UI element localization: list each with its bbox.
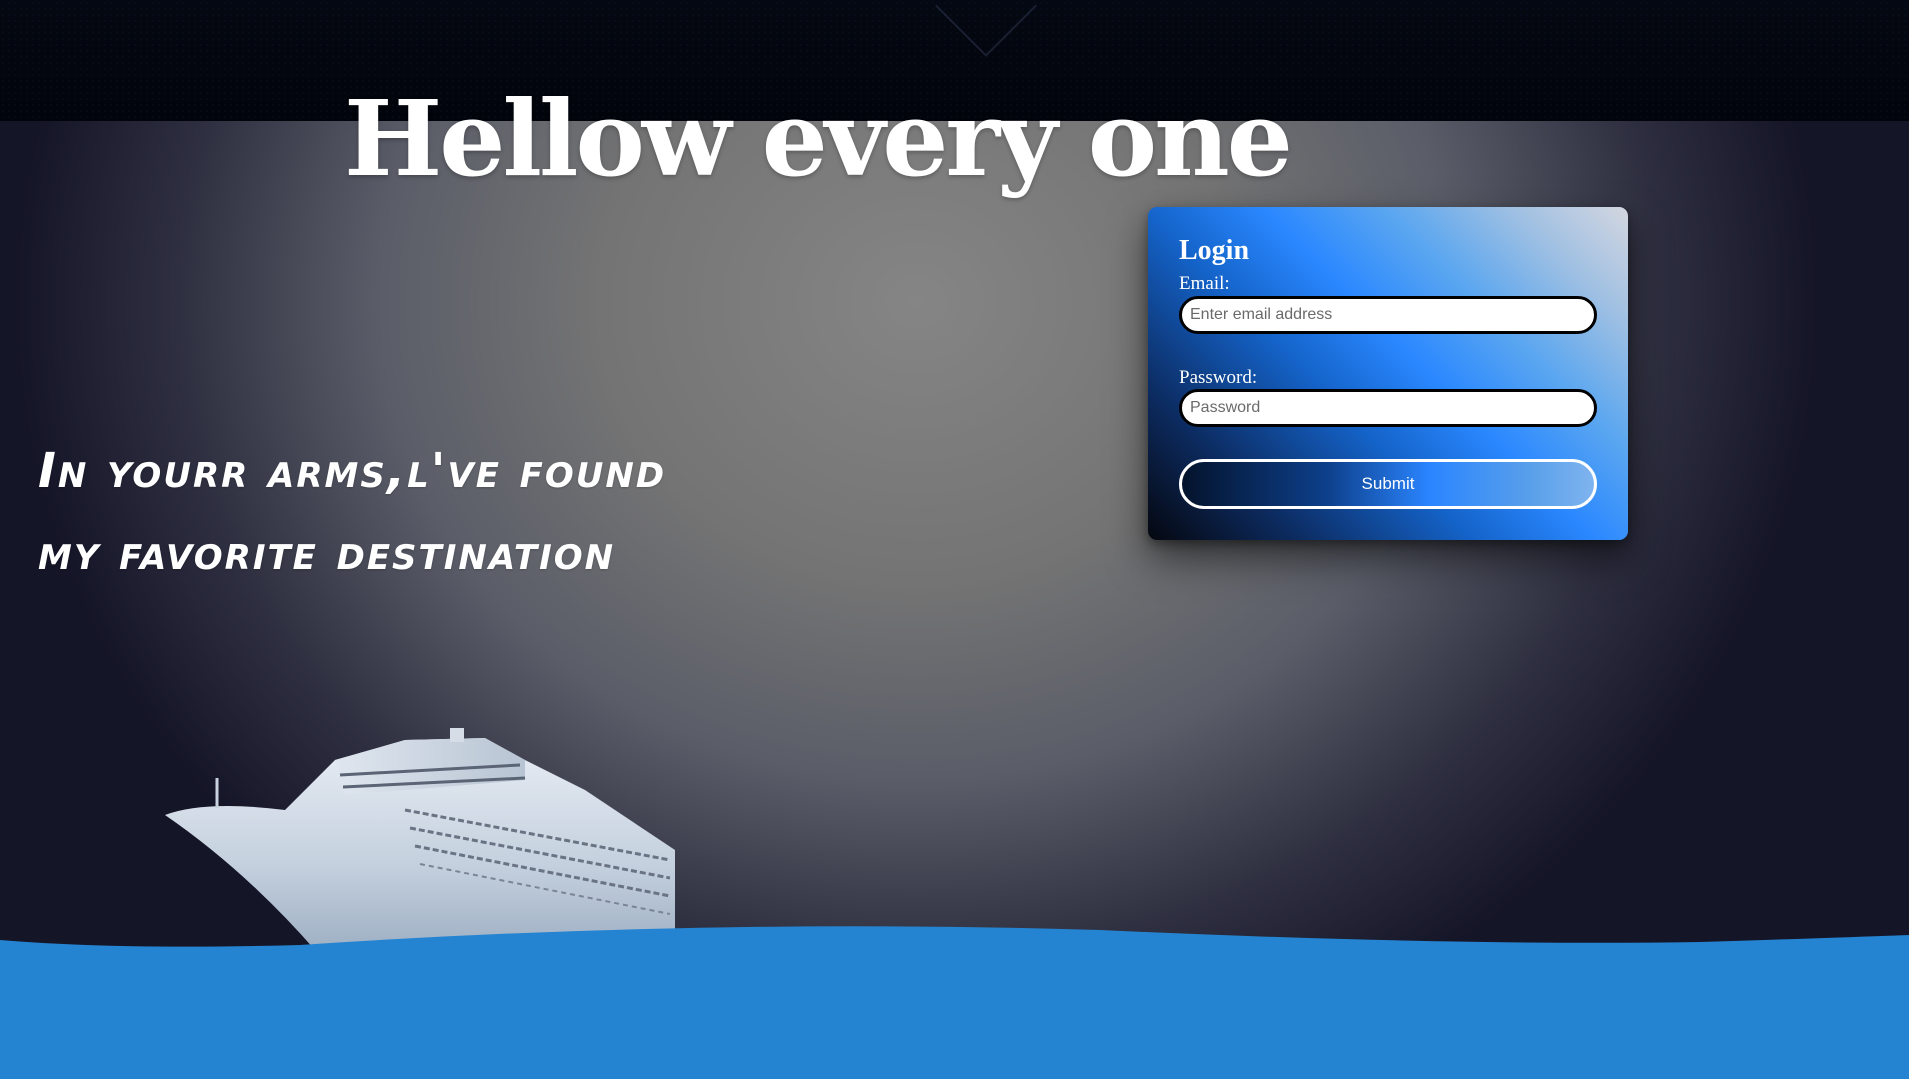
login-title: Login xyxy=(1179,235,1250,266)
email-label: Email: xyxy=(1179,273,1230,294)
submit-button[interactable]: Submit xyxy=(1179,459,1597,509)
tagline-line-2: my favorite destination xyxy=(38,525,616,581)
password-field[interactable] xyxy=(1179,389,1597,427)
login-form: Login Email: Password: Submit xyxy=(1148,207,1628,540)
tagline: In yourr arms,l've found my favorite des… xyxy=(38,430,798,594)
hero-title: Hellow every one xyxy=(344,77,1293,200)
page: Hellow every one In yourr arms,l've foun… xyxy=(0,0,1909,1079)
email-field[interactable] xyxy=(1179,296,1597,334)
password-label: Password: xyxy=(1179,367,1258,388)
sea-wave xyxy=(0,926,1909,1079)
tagline-line-1: In yourr arms,l've found xyxy=(38,443,667,499)
